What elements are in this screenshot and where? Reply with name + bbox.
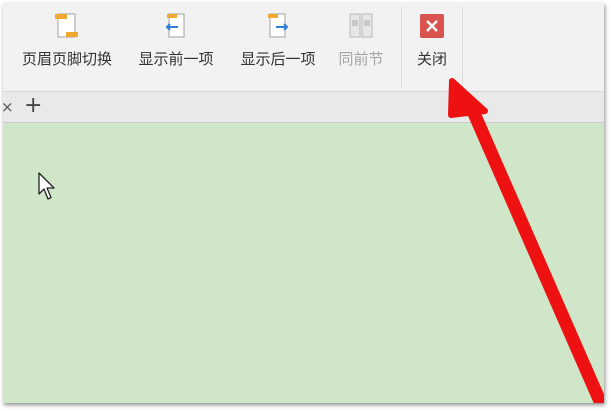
annotation-arrow-icon: [448, 78, 604, 403]
app-window: 页眉页脚切换 显示前一项 显示后一项 同前节 关闭 × +: [3, 3, 604, 403]
